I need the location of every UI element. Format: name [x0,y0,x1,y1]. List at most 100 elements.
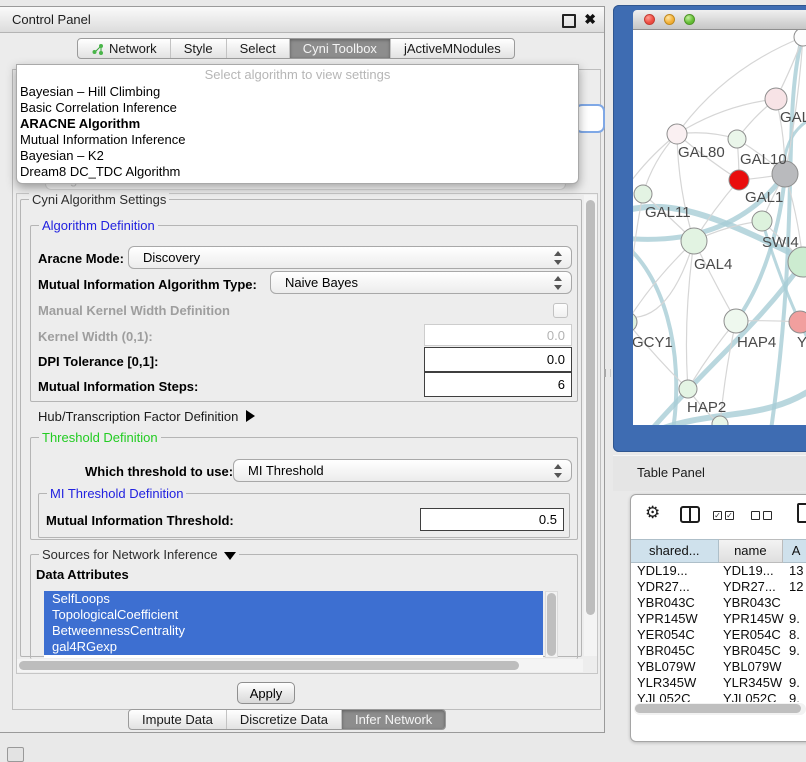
table-cell: 9. [789,611,806,627]
network-node-swi4[interactable] [752,211,772,231]
dpi-tolerance-field[interactable]: 0.0 [424,347,572,372]
network-node-gal80[interactable] [667,124,687,144]
attribute-list-item[interactable]: gal4RGexp [44,639,543,655]
network-node-hap2[interactable] [679,380,697,398]
tab-jactivemnodules[interactable]: jActiveMNodules [391,39,514,58]
list-vertical-scrollbar[interactable] [545,591,558,658]
table-row[interactable]: YJL052CYJL052C9. [631,691,806,702]
select-all-checkbox-icon-2[interactable]: ✓ [725,511,734,520]
node-label: SWI4 [762,234,799,251]
control-panel-tabs: Network Style Select Cyni Toolbox jActiveMNo… [77,38,515,59]
network-node-gal[interactable] [765,88,787,110]
table-row[interactable]: YLR345WYLR345W9. [631,675,806,691]
network-window-titlebar[interactable] [633,10,806,30]
aracne-mode-combobox[interactable]: Discovery [128,246,572,269]
tab-cyni-toolbox[interactable]: Cyni Toolbox [290,39,391,58]
table-row[interactable]: YPR145WYPR145W9. [631,611,806,627]
network-node-gal4[interactable] [681,228,707,254]
algorithm-combobox-fragment[interactable] [575,104,605,133]
network-tab-icon [91,43,104,55]
mi-threshold-field[interactable]: 0.5 [420,508,564,531]
attribute-list-item[interactable]: SelfLoops [44,591,543,607]
algorithm-option[interactable]: Mutual Information Inference [17,132,578,148]
table-cell: YBR043C [637,595,719,611]
table-panel-window: ⚙ ✓ ✓ shared...nameA YDL19...YDL19...13Y… [630,494,806,742]
chevron-down-icon [224,552,236,560]
table-cell: 9. [789,643,806,659]
spinner-arrows-icon [554,251,562,265]
control-panel-window: Control Panel ✖ NetworkStyleSelectCyni T… [0,6,605,733]
algorithm-option[interactable]: Bayesian – Hill Climbing [17,84,578,100]
close-traffic-light-icon[interactable] [644,14,655,25]
collapsed-panel-button[interactable] [7,747,24,762]
tab-network[interactable]: Network [78,39,171,58]
algorithm-option[interactable]: ARACNE Algorithm [17,116,578,132]
table-cell: 9. [789,675,806,691]
network-view-canvas[interactable]: GALGAL80GAL10GAL1GAL11SWI4GAL4GCY1HAP4YH… [633,30,806,425]
tab-style[interactable]: Style [171,39,227,58]
table-row[interactable]: YBL079WYBL079W [631,659,806,675]
hub-definition-toggle[interactable]: Hub/Transcription Factor Definition [38,409,255,424]
algorithm-option[interactable]: Dream8 DC_TDC Algorithm [17,164,578,180]
attribute-list-item[interactable]: BetweennessCentrality [44,623,543,639]
network-node-gal10[interactable] [728,130,746,148]
network-node[interactable] [794,30,806,46]
float-window-icon[interactable] [562,14,576,28]
export-table-icon[interactable] [797,503,806,523]
tab-label: Select [240,41,276,56]
tab-impute-data[interactable]: Impute Data [129,710,227,729]
deselect-all-checkbox-icon[interactable] [751,511,760,520]
attribute-list-item[interactable]: TopologicalCoefficient [44,607,543,623]
table-cell: 9. [789,691,806,702]
column-header-3[interactable]: A [783,539,806,563]
network-node-gcy1[interactable] [633,312,637,332]
apply-button[interactable]: Apply [237,682,295,704]
scrollbar-thumb[interactable] [547,593,556,656]
scrollbar-thumb[interactable] [586,200,595,615]
column-header-1[interactable]: shared... [631,539,719,563]
tab-label: jActiveMNodules [404,41,501,56]
table-row[interactable]: YBR043CYBR043C [631,595,806,611]
minimize-traffic-light-icon[interactable] [664,14,675,25]
close-icon[interactable]: ✖ [584,11,596,28]
table-row[interactable]: YBR045CYBR045C9. [631,643,806,659]
network-edge [686,241,694,389]
settings-vertical-scrollbar[interactable] [584,195,597,656]
algorithm-option[interactable]: Basic Correlation Inference [17,100,578,116]
tab-discretize-data[interactable]: Discretize Data [227,710,342,729]
tab-label: Network [109,41,157,56]
scrollbar-thumb[interactable] [635,704,801,713]
mi-threshold-label: Mutual Information Threshold: [46,513,234,528]
column-layout-icon[interactable] [680,506,700,523]
table-row[interactable]: YER054CYER054C8. [631,627,806,643]
network-node-y[interactable] [789,311,806,333]
mi-algorithm-type-combobox[interactable]: Naive Bayes [270,271,572,294]
network-node-hap4[interactable] [724,309,748,333]
select-all-checkbox-icon[interactable]: ✓ [713,511,722,520]
network-node-gal1[interactable] [729,170,749,190]
settings-horizontal-scrollbar[interactable] [17,659,583,672]
table-panel-header: Table Panel [613,455,806,491]
gear-icon[interactable]: ⚙ [645,503,660,523]
table-horizontal-scrollbar[interactable] [634,703,806,715]
zoom-traffic-light-icon[interactable] [684,14,695,25]
panel-divider-handle[interactable] [604,369,611,377]
manual-kernel-width-checkbox[interactable] [553,303,568,318]
kernel-width-field[interactable]: 0.0 [424,324,572,346]
which-threshold-combobox[interactable]: MI Threshold [233,459,572,482]
column-header-2[interactable]: name [719,539,784,563]
table-row[interactable]: YDR27...YDR27...12 [631,579,806,595]
network-edge [694,241,736,321]
table-row[interactable]: YDL19...YDL19...13 [631,563,806,579]
network-edge [633,322,688,389]
tab-select[interactable]: Select [227,39,290,58]
data-attributes-list[interactable]: SelfLoopsTopologicalCoefficientBetweenne… [44,591,543,658]
deselect-all-checkbox-icon-2[interactable] [763,511,772,520]
algorithm-option[interactable]: Bayesian – K2 [17,148,578,164]
sources-toggle[interactable]: Sources for Network Inference [39,547,239,562]
scrollbar-thumb[interactable] [19,661,519,670]
tab-infer-network[interactable]: Infer Network [342,710,445,729]
mi-steps-field[interactable]: 6 [424,372,572,397]
algorithm-dropdown-prompt: Select algorithm to view settings [17,65,578,84]
network-node-gal11[interactable] [634,185,652,203]
